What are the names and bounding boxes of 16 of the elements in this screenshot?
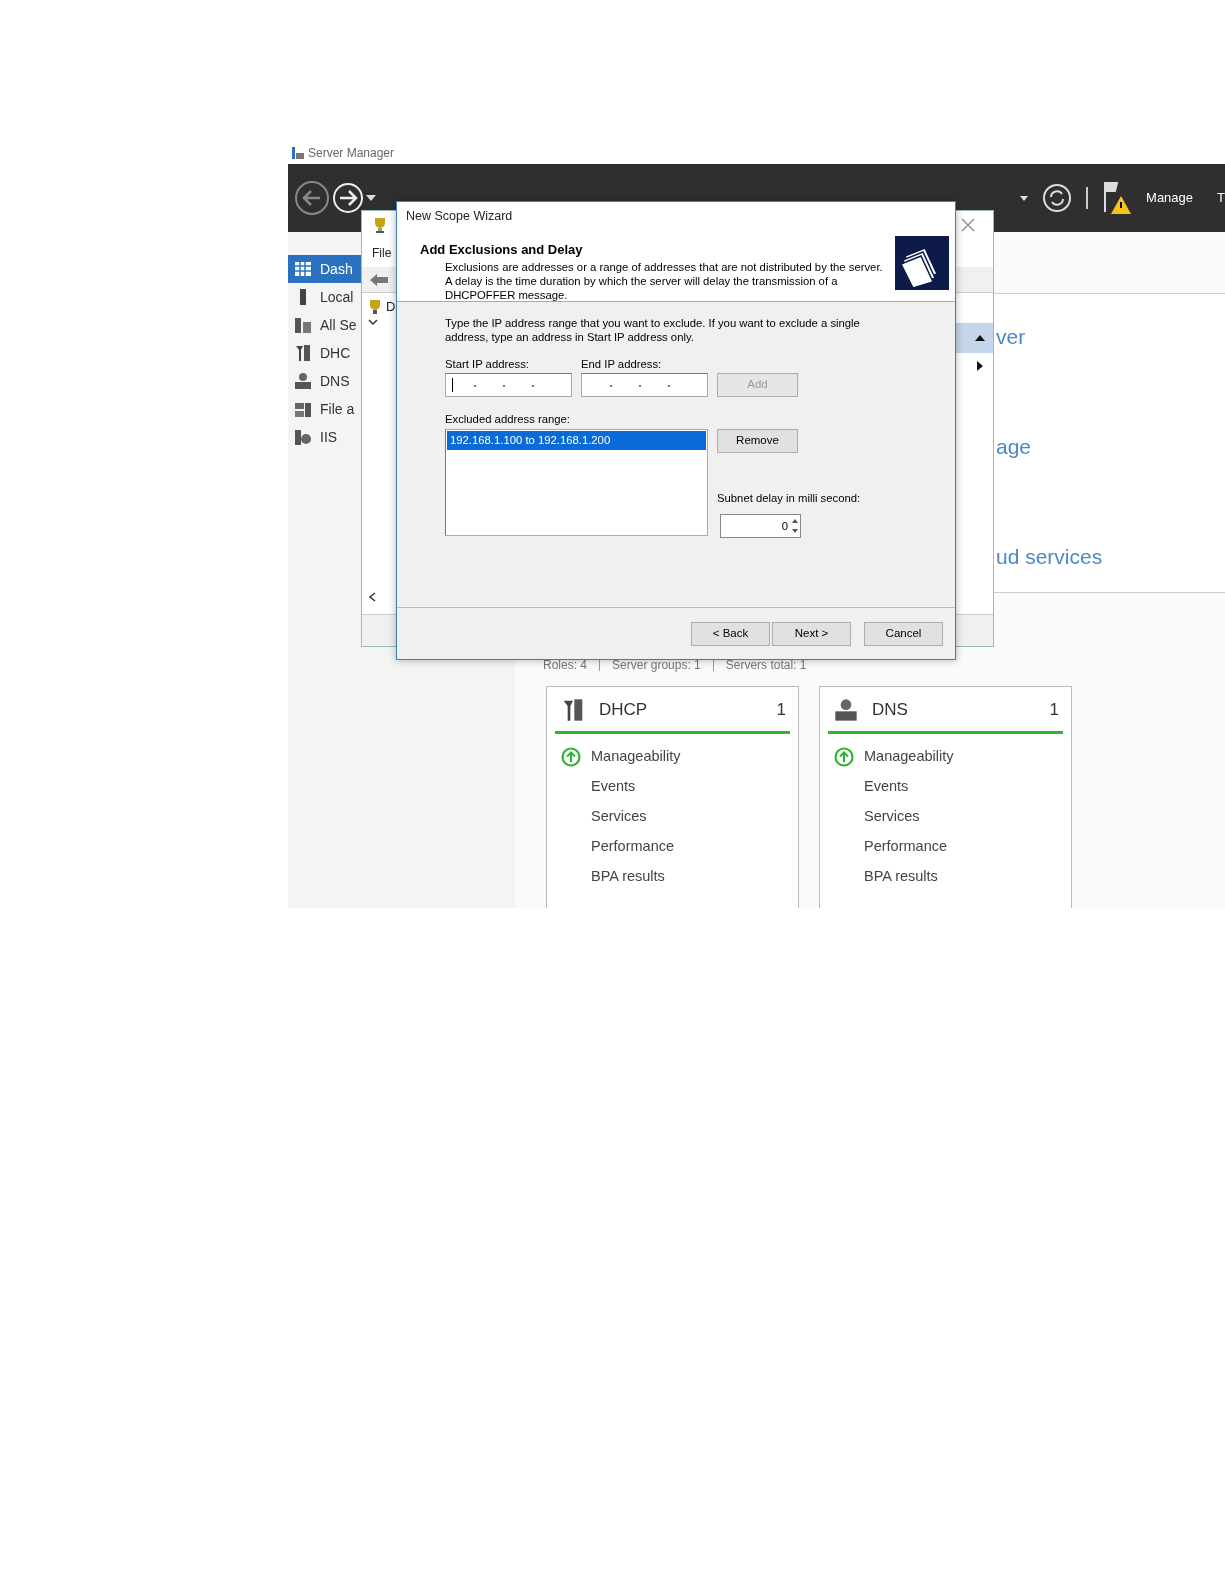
tile-title: DHCP bbox=[599, 699, 648, 721]
field-label: End IP address: bbox=[581, 357, 663, 372]
window-title: Server Manager bbox=[308, 145, 395, 162]
tile-count: 1 bbox=[776, 699, 786, 721]
field-label: Start IP address: bbox=[445, 357, 530, 372]
tile-title: DNS bbox=[872, 699, 908, 721]
wizard-description: Exclusions are addresses or a range of addresses that are not distributed by the server. A delay is the time duration by which the server will delay the transmission of a DHCPOFFER message. bbox=[445, 259, 884, 302]
field-label: Excluded address range: bbox=[445, 412, 570, 425]
summary-text: Roles: 4 bbox=[543, 657, 588, 674]
wizard-heading: Add Exclusions and Delay bbox=[420, 241, 584, 259]
dialog-title: New Scope Wizard bbox=[397, 202, 955, 230]
summary-text: Server groups: 1 bbox=[612, 657, 701, 674]
instruction-text: Type the IP address range that you want to exclude. If you want to exclude a single address, type an address in Start IP address only. bbox=[445, 316, 861, 344]
tile-count: 1 bbox=[1049, 699, 1059, 721]
field-label: Subnet delay in milli second: bbox=[717, 490, 861, 506]
summary-text: Servers total: 1 bbox=[725, 657, 807, 674]
